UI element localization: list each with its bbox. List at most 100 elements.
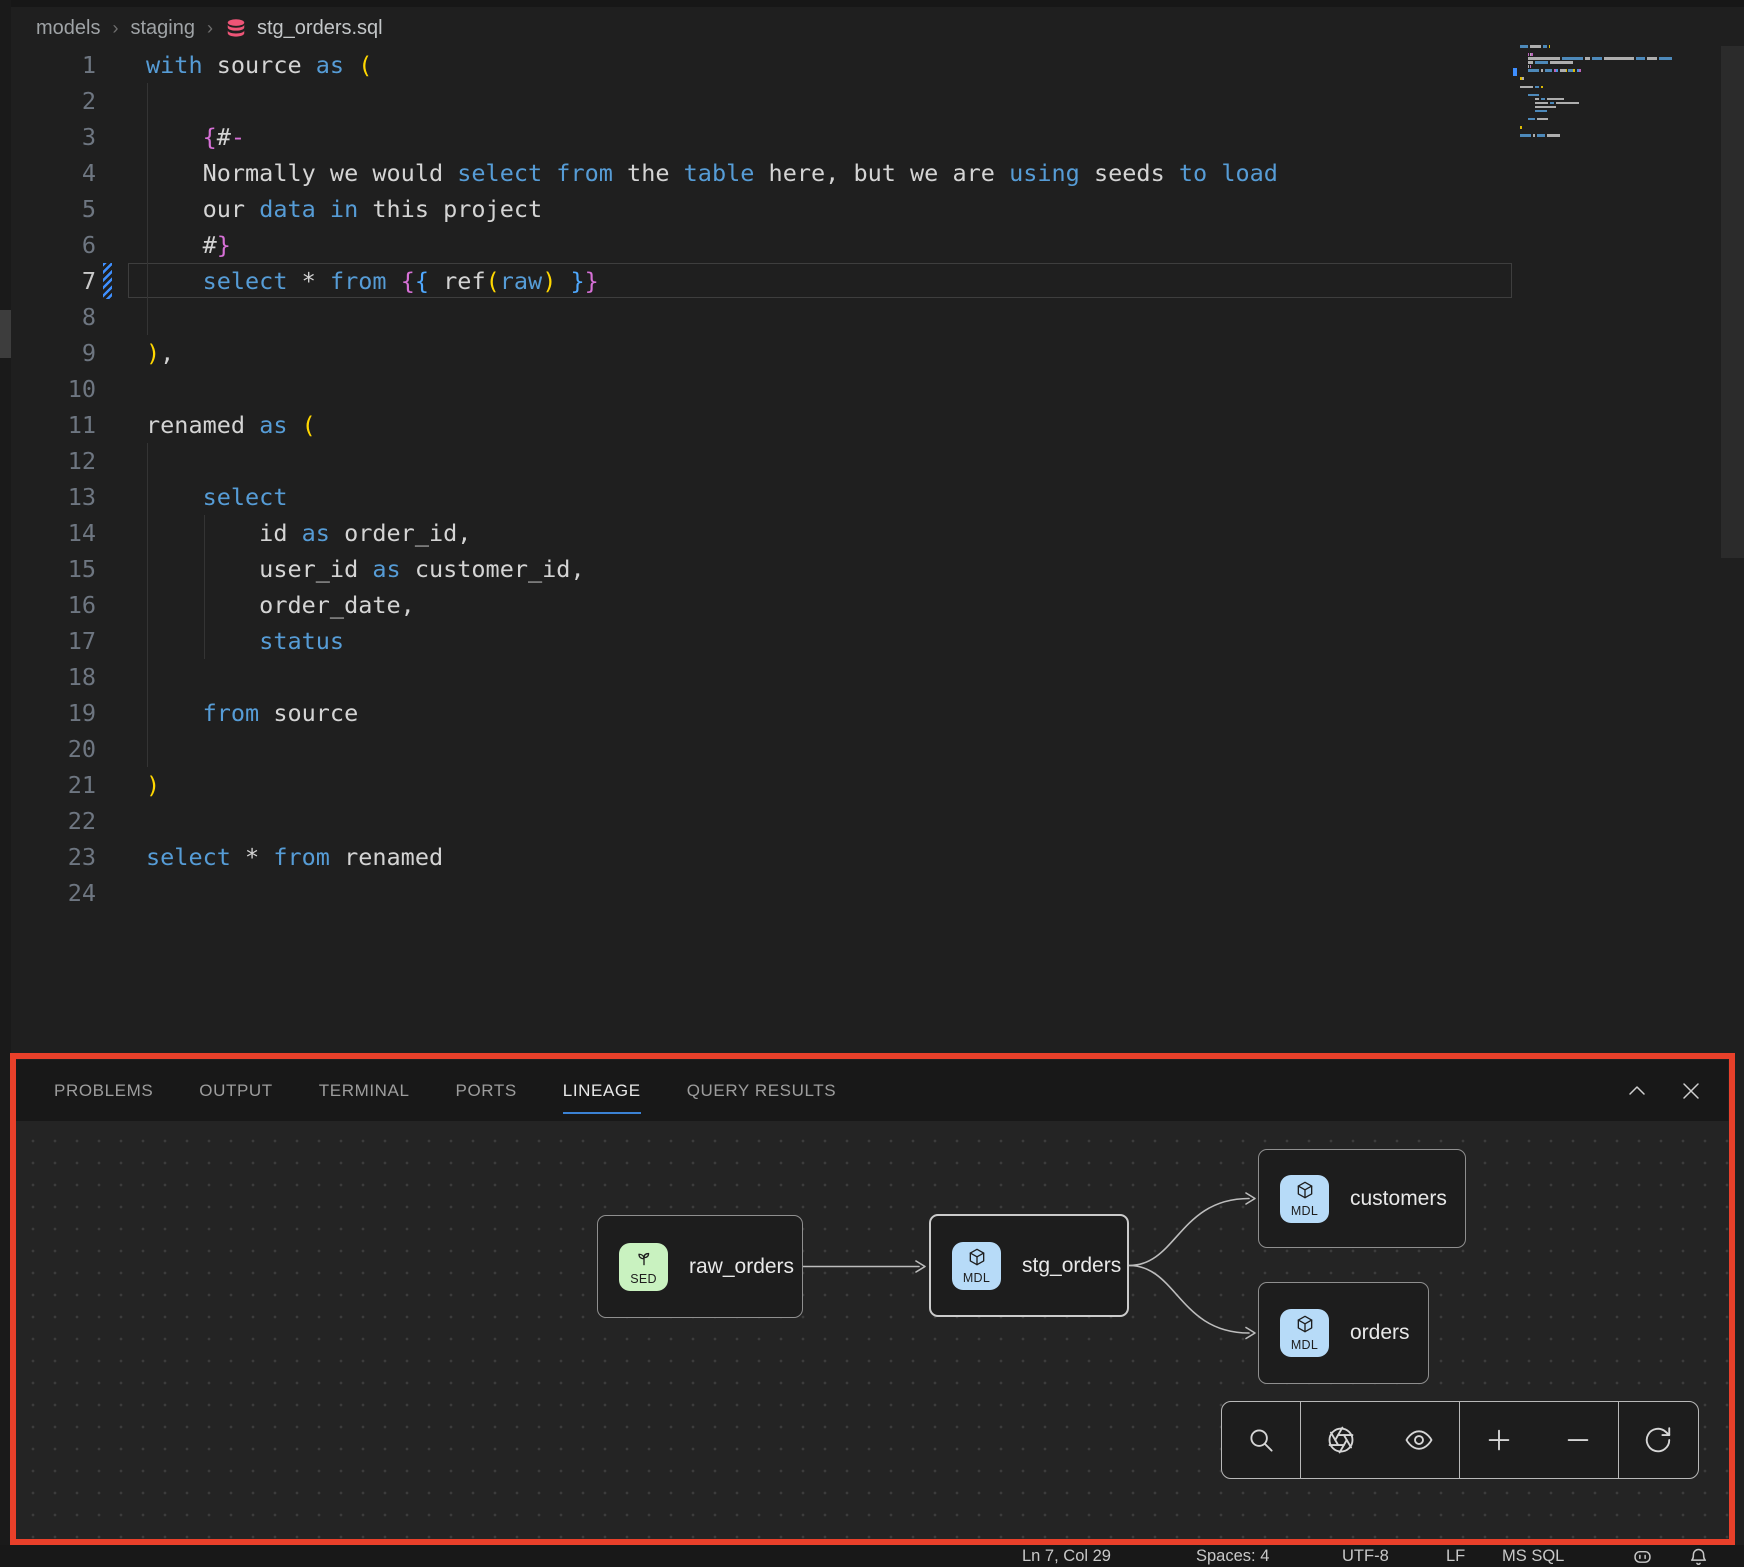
maximize-panel-button[interactable] [1625,1079,1649,1103]
breadcrumb-item-models[interactable]: models [36,17,100,40]
refresh-icon [1643,1425,1673,1455]
zoom-in-button[interactable] [1484,1425,1514,1455]
zoom-out-button[interactable] [1563,1425,1593,1455]
line-number: 21 [11,767,96,803]
code-line[interactable]: 2 [11,83,1744,119]
node-type-badge: MDL [1280,1309,1329,1357]
panel-tab-bar: PROBLEMS OUTPUT TERMINAL PORTS LINEAGE QUERY … [16,1060,1728,1121]
lineage-node-raw-orders[interactable]: SEDraw_orders [597,1215,803,1318]
close-panel-button[interactable] [1679,1079,1703,1103]
editor-scrollbar[interactable] [1721,46,1744,558]
code-line[interactable]: 12 [11,443,1744,479]
code-line-text: #} [146,227,231,263]
code-line-text: our data in this project [146,191,542,227]
left-sash [0,0,11,1567]
panel-tab-terminal[interactable]: TERMINAL [319,1060,410,1121]
copilot-status-button[interactable] [1632,1545,1653,1567]
breadcrumb: models›staging›stg_orders.sql [36,8,383,48]
line-number: 2 [11,83,96,119]
line-number: 6 [11,227,96,263]
panel-tab-label: QUERY RESULTS [687,1081,837,1101]
panel-tab-label: PORTS [456,1081,517,1101]
status-language-mode[interactable]: MS SQL [1502,1545,1564,1567]
aperture-button[interactable] [1326,1425,1356,1455]
code-line[interactable]: 7 select * from {{ ref(raw) }} [11,263,1744,299]
lineage-node-customers[interactable]: MDLcustomers [1258,1149,1466,1248]
code-line[interactable]: 13 select [11,479,1744,515]
status-indentation[interactable]: Spaces: 4 [1196,1545,1269,1567]
node-badge-text: SED [630,1272,657,1286]
code-line[interactable]: 16 order_date, [11,587,1744,623]
eye-button[interactable] [1404,1425,1434,1455]
code-line[interactable]: 23select * from renamed [11,839,1744,875]
search-icon [1246,1425,1276,1455]
toolbar-section [1301,1402,1459,1478]
line-number: 18 [11,659,96,695]
status-encoding[interactable]: UTF-8 [1342,1545,1389,1567]
line-number: 12 [11,443,96,479]
line-number: 20 [11,731,96,767]
refresh-button[interactable] [1643,1425,1673,1455]
panel-actions [1625,1060,1703,1121]
code-line[interactable]: 14 id as order_id, [11,515,1744,551]
active-tab-underline [563,1112,641,1115]
panel-tab-label: OUTPUT [199,1081,272,1101]
breadcrumb-item-stg-orders-sql[interactable]: stg_orders.sql [257,17,383,40]
code-line[interactable]: 5 our data in this project [11,191,1744,227]
code-line[interactable]: 15 user_id as customer_id, [11,551,1744,587]
code-line[interactable]: 24 [11,875,1744,911]
line-number: 22 [11,803,96,839]
node-label: stg_orders [1022,1254,1121,1278]
node-badge-text: MDL [1291,1204,1318,1218]
node-label: orders [1350,1321,1410,1345]
panel-tab-lineage[interactable]: LINEAGE [563,1060,641,1121]
bell-status-button[interactable] [1688,1545,1709,1567]
node-type-badge: SED [619,1243,668,1291]
bell-icon [1688,1546,1709,1567]
vscode-window: models›staging›stg_orders.sql 1with sour… [0,0,1744,1567]
code-line-text: select * from {{ ref(raw) }} [146,263,599,299]
code-line[interactable]: 21) [11,767,1744,803]
copilot-icon [1632,1546,1653,1567]
code-line[interactable]: 4 Normally we would select from the tabl… [11,155,1744,191]
lineage-node-stg-orders[interactable]: MDLstg_orders [929,1214,1129,1317]
cube-icon [1295,1180,1315,1205]
code-line[interactable]: 9), [11,335,1744,371]
breadcrumb-separator: › [205,18,215,39]
line-number: 10 [11,371,96,407]
panel-tab-query-results[interactable]: QUERY RESULTS [687,1060,837,1121]
line-number: 3 [11,119,96,155]
code-line[interactable]: 6 #} [11,227,1744,263]
code-line[interactable]: 19 from source [11,695,1744,731]
status-bar: Ln 7, Col 29 Spaces: 4 UTF-8 LF MS SQL [0,1545,1744,1567]
breadcrumb-item-staging[interactable]: staging [130,17,195,40]
line-number: 9 [11,335,96,371]
code-line[interactable]: 22 [11,803,1744,839]
search-button[interactable] [1246,1425,1276,1455]
minimap[interactable] [1505,38,1721,158]
panel-tab-problems[interactable]: PROBLEMS [54,1060,153,1121]
code-line[interactable]: 8 [11,299,1744,335]
code-line[interactable]: 11renamed as ( [11,407,1744,443]
code-line[interactable]: 18 [11,659,1744,695]
code-line[interactable]: 3 {#- [11,119,1744,155]
panel-tab-ports[interactable]: PORTS [456,1060,517,1121]
code-line-text: from source [146,695,358,731]
lineage-canvas[interactable]: SEDraw_ordersMDLstg_ordersMDLcustomersMD… [16,1121,1730,1542]
code-line[interactable]: 1with source as ( [11,47,1744,83]
left-sash-scrollbar-thumb[interactable] [0,310,11,358]
line-number: 15 [11,551,96,587]
code-line[interactable]: 17 status [11,623,1744,659]
line-number: 17 [11,623,96,659]
code-line-text: user_id as customer_id, [146,551,585,587]
lineage-node-orders[interactable]: MDL orders [1258,1282,1429,1384]
cube-icon [967,1247,987,1272]
code-line[interactable]: 20 [11,731,1744,767]
code-line-text: Normally we would select from the table … [146,155,1278,191]
status-eol[interactable]: LF [1446,1545,1465,1567]
aperture-icon [1326,1425,1356,1455]
code-line[interactable]: 10 [11,371,1744,407]
panel-tab-output[interactable]: OUTPUT [199,1060,272,1121]
status-cursor-position[interactable]: Ln 7, Col 29 [1022,1545,1111,1567]
line-number: 7 [11,263,96,299]
